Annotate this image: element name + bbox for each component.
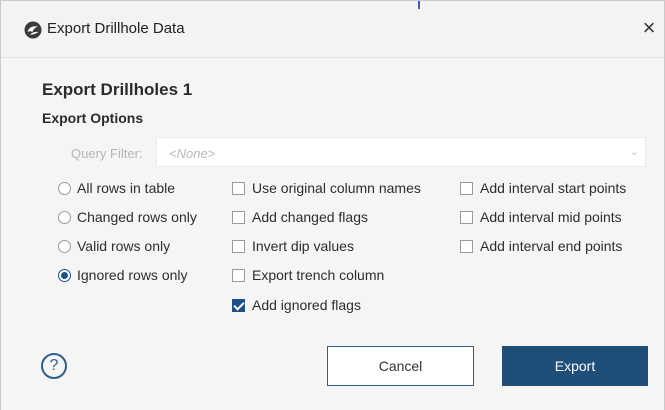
radio-changed-rows[interactable]: Changed rows only bbox=[58, 209, 197, 225]
checkbox-icon[interactable] bbox=[232, 239, 245, 253]
radio-label: Ignored rows only bbox=[77, 267, 188, 283]
chevron-down-icon: ⌄ bbox=[629, 146, 639, 158]
radio-button-icon[interactable] bbox=[58, 181, 71, 195]
export-button[interactable]: Export bbox=[502, 346, 648, 386]
checkbox-icon[interactable] bbox=[460, 210, 473, 224]
checkbox-label: Add interval start points bbox=[480, 180, 627, 196]
checkbox-ignored-flags[interactable]: Add ignored flags bbox=[232, 297, 361, 313]
query-filter-select: <None> ⌄ bbox=[156, 137, 646, 167]
window-title: Export Drillhole Data bbox=[47, 20, 185, 37]
radio-all-rows[interactable]: All rows in table bbox=[58, 180, 175, 196]
checkbox-icon[interactable] bbox=[232, 181, 245, 195]
page-title: Export Drillholes 1 bbox=[42, 80, 193, 99]
checkbox-icon[interactable] bbox=[232, 268, 245, 282]
checkbox-label: Use original column names bbox=[252, 180, 421, 196]
query-filter-label: Query Filter: bbox=[71, 146, 143, 161]
radio-ignored-rows[interactable]: Ignored rows only bbox=[58, 267, 188, 283]
query-filter-value: <None> bbox=[169, 146, 216, 161]
title-bar: Export Drillhole Data × bbox=[1, 1, 664, 57]
radio-label: Changed rows only bbox=[77, 209, 197, 225]
checkbox-interval-mid[interactable]: Add interval mid points bbox=[460, 209, 622, 225]
radio-button-selected-icon[interactable] bbox=[58, 268, 71, 282]
checkbox-interval-end[interactable]: Add interval end points bbox=[460, 238, 622, 254]
checkbox-interval-start[interactable]: Add interval start points bbox=[460, 180, 626, 196]
radio-label: Valid rows only bbox=[77, 238, 171, 254]
checkbox-label: Invert dip values bbox=[252, 238, 354, 254]
background-line-fragment bbox=[418, 1, 420, 9]
checkbox-trench-column[interactable]: Export trench column bbox=[232, 267, 384, 283]
checkbox-icon[interactable] bbox=[460, 181, 473, 195]
checkbox-invert-dip[interactable]: Invert dip values bbox=[232, 238, 354, 254]
close-icon[interactable]: × bbox=[637, 15, 661, 41]
checkbox-label: Add ignored flags bbox=[252, 297, 361, 313]
checkbox-label: Export trench column bbox=[252, 267, 385, 283]
checkbox-icon[interactable] bbox=[232, 210, 245, 224]
checkbox-changed-flags[interactable]: Add changed flags bbox=[232, 209, 368, 225]
radio-button-icon[interactable] bbox=[58, 239, 71, 253]
radio-label: All rows in table bbox=[77, 180, 176, 196]
checkbox-label: Add interval mid points bbox=[480, 209, 622, 225]
radio-valid-rows[interactable]: Valid rows only bbox=[58, 238, 170, 254]
checkbox-original-column-names[interactable]: Use original column names bbox=[232, 180, 421, 196]
help-icon[interactable]: ? bbox=[41, 353, 67, 379]
export-drillhole-dialog: Export Drillhole Data × Export Drillhole… bbox=[0, 0, 665, 410]
checkbox-label: Add interval end points bbox=[480, 238, 623, 254]
cancel-button[interactable]: Cancel bbox=[327, 346, 474, 386]
checkbox-label: Add changed flags bbox=[252, 209, 368, 225]
leapfrog-logo-icon bbox=[24, 21, 42, 39]
checkbox-icon[interactable] bbox=[460, 239, 473, 253]
checkbox-checked-icon[interactable] bbox=[232, 298, 245, 312]
radio-button-icon[interactable] bbox=[58, 210, 71, 224]
section-title: Export Options bbox=[42, 110, 144, 126]
